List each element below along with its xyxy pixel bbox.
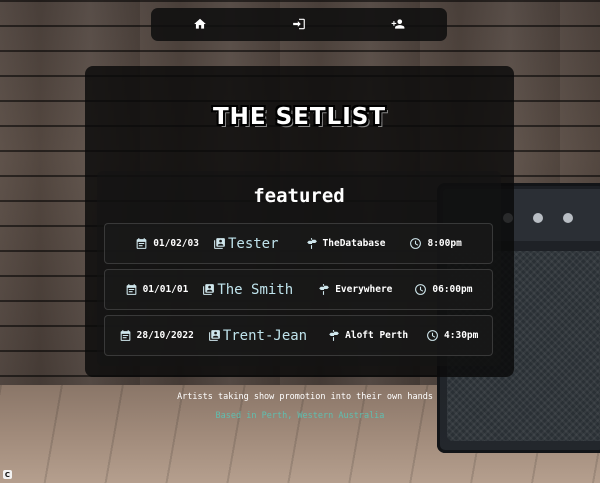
- site-title: THE SETLIST: [212, 104, 387, 130]
- event-row[interactable]: 01/02/03 Tester TheDatabase 8:00pm: [104, 223, 493, 264]
- artist-card-icon: [208, 330, 220, 341]
- artist-card-icon: [214, 238, 225, 249]
- clock-icon: [427, 330, 438, 341]
- event-time: 8:00pm: [409, 237, 462, 250]
- event-artist-name[interactable]: Tester: [228, 236, 279, 252]
- calendar-icon: [120, 330, 130, 341]
- event-date: 01/01/01: [125, 283, 189, 296]
- login-icon: [293, 18, 305, 30]
- event-artist: The Smith: [202, 282, 293, 298]
- calendar-icon: [136, 238, 147, 249]
- event-time-text: 06:00pm: [432, 284, 473, 295]
- signpost-icon: [329, 330, 340, 341]
- event-venue-text: Everywhere: [335, 284, 393, 295]
- event-row[interactable]: 28/10/2022 Trent-Jean Aloft Perth 4:30pm: [104, 315, 493, 356]
- event-time-text: 8:00pm: [427, 238, 462, 249]
- corner-badge[interactable]: C: [3, 470, 12, 479]
- event-venue-text: Aloft Perth: [345, 330, 409, 341]
- event-time-text: 4:30pm: [444, 330, 479, 341]
- event-date-text: 01/01/01: [142, 284, 189, 295]
- clock-icon: [410, 238, 422, 249]
- event-date-text: 01/02/03: [153, 238, 199, 249]
- footer-tagline-text: Artists taking show promotion into their…: [177, 392, 433, 402]
- add-user-icon: [391, 19, 405, 29]
- login-button[interactable]: [288, 15, 310, 33]
- main-panel: THE SETLIST featured 01/02/03 Tester The…: [85, 66, 514, 377]
- artist-card-icon: [203, 284, 215, 295]
- featured-heading: featured: [253, 185, 345, 207]
- signpost-icon: [306, 238, 317, 249]
- top-navbar: [151, 8, 447, 41]
- home-button[interactable]: [189, 15, 211, 33]
- amp-knob: [533, 213, 543, 223]
- event-venue: Everywhere: [317, 283, 392, 296]
- event-artist: Tester: [213, 236, 279, 252]
- event-venue-text: TheDatabase: [322, 238, 386, 249]
- event-artist: Trent-Jean: [208, 328, 307, 344]
- event-venue: TheDatabase: [305, 237, 386, 250]
- event-artist-name[interactable]: Trent-Jean: [223, 328, 307, 344]
- footer-tagline: Artists taking show promotion into their…: [0, 392, 600, 402]
- amp-knob: [563, 213, 573, 223]
- event-time: 4:30pm: [426, 329, 478, 342]
- signpost-icon: [319, 284, 330, 295]
- footer-location: Based in Perth, Western Australia: [215, 411, 385, 421]
- featured-section: featured 01/02/03 Tester TheDatabase 8:0…: [97, 171, 501, 366]
- add-user-button[interactable]: [387, 15, 409, 33]
- event-venue: Aloft Perth: [327, 329, 408, 342]
- event-date: 28/10/2022: [119, 329, 194, 342]
- event-time: 06:00pm: [414, 283, 472, 296]
- home-icon: [194, 18, 206, 29]
- event-row[interactable]: 01/01/01 The Smith Everywhere 06:00pm: [104, 269, 493, 310]
- event-date: 01/02/03: [135, 237, 199, 250]
- calendar-icon: [126, 284, 136, 295]
- clock-icon: [415, 284, 427, 295]
- event-date-text: 28/10/2022: [136, 330, 194, 341]
- event-artist-name[interactable]: The Smith: [217, 282, 293, 298]
